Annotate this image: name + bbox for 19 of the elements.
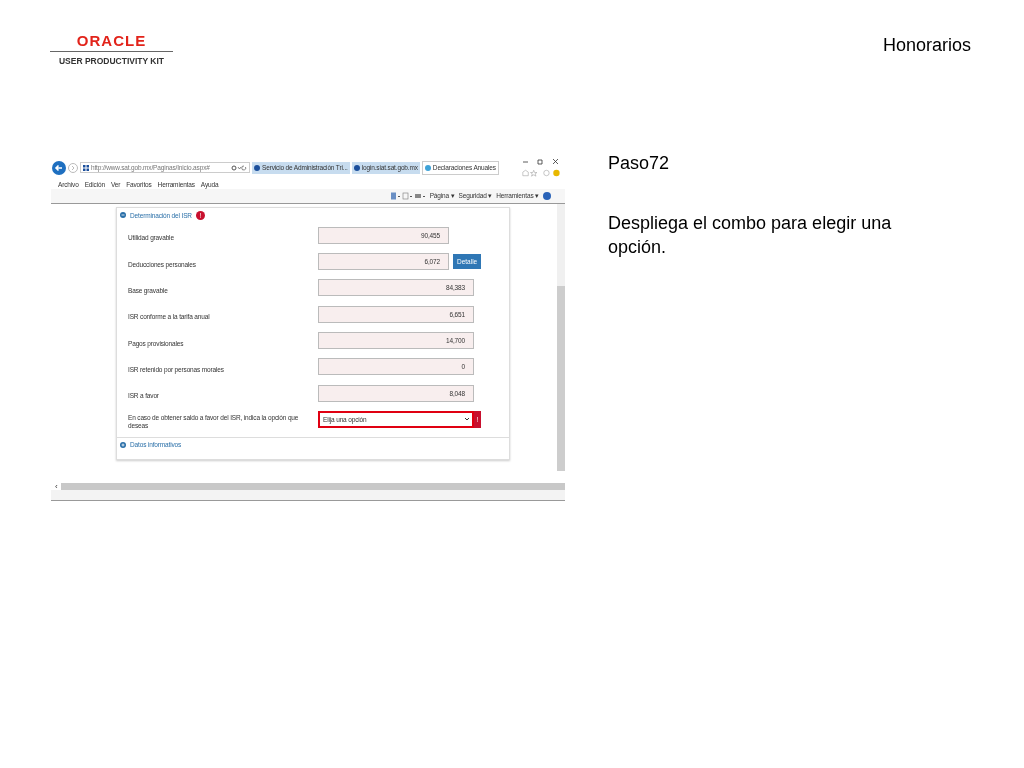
vertical-scrollbar[interactable] bbox=[557, 204, 565, 472]
oracle-logo: ORACLE bbox=[50, 33, 173, 52]
toolbar-icons[interactable] bbox=[389, 192, 426, 201]
page-icon bbox=[254, 164, 260, 171]
chevron-icon bbox=[464, 416, 470, 423]
window-controls-icon[interactable] bbox=[521, 158, 561, 167]
expand-icon[interactable] bbox=[120, 441, 126, 448]
grid-icon bbox=[83, 164, 89, 171]
back-icon[interactable] bbox=[52, 160, 66, 175]
page-icon bbox=[353, 164, 360, 171]
step-instruction: Despliega el combo para elegir una opción. bbox=[608, 212, 893, 259]
search-icon[interactable] bbox=[231, 164, 247, 171]
step-label: Paso72 bbox=[608, 153, 671, 174]
help-icon[interactable] bbox=[543, 192, 551, 201]
horizontal-scrollbar[interactable]: ‹ bbox=[51, 483, 565, 491]
collapse-icon[interactable] bbox=[120, 212, 126, 219]
page-icon bbox=[424, 164, 431, 171]
page-title: Honorarios bbox=[882, 35, 971, 56]
brand-subtitle: USER PRODUCTIVITY KIT bbox=[58, 56, 165, 66]
